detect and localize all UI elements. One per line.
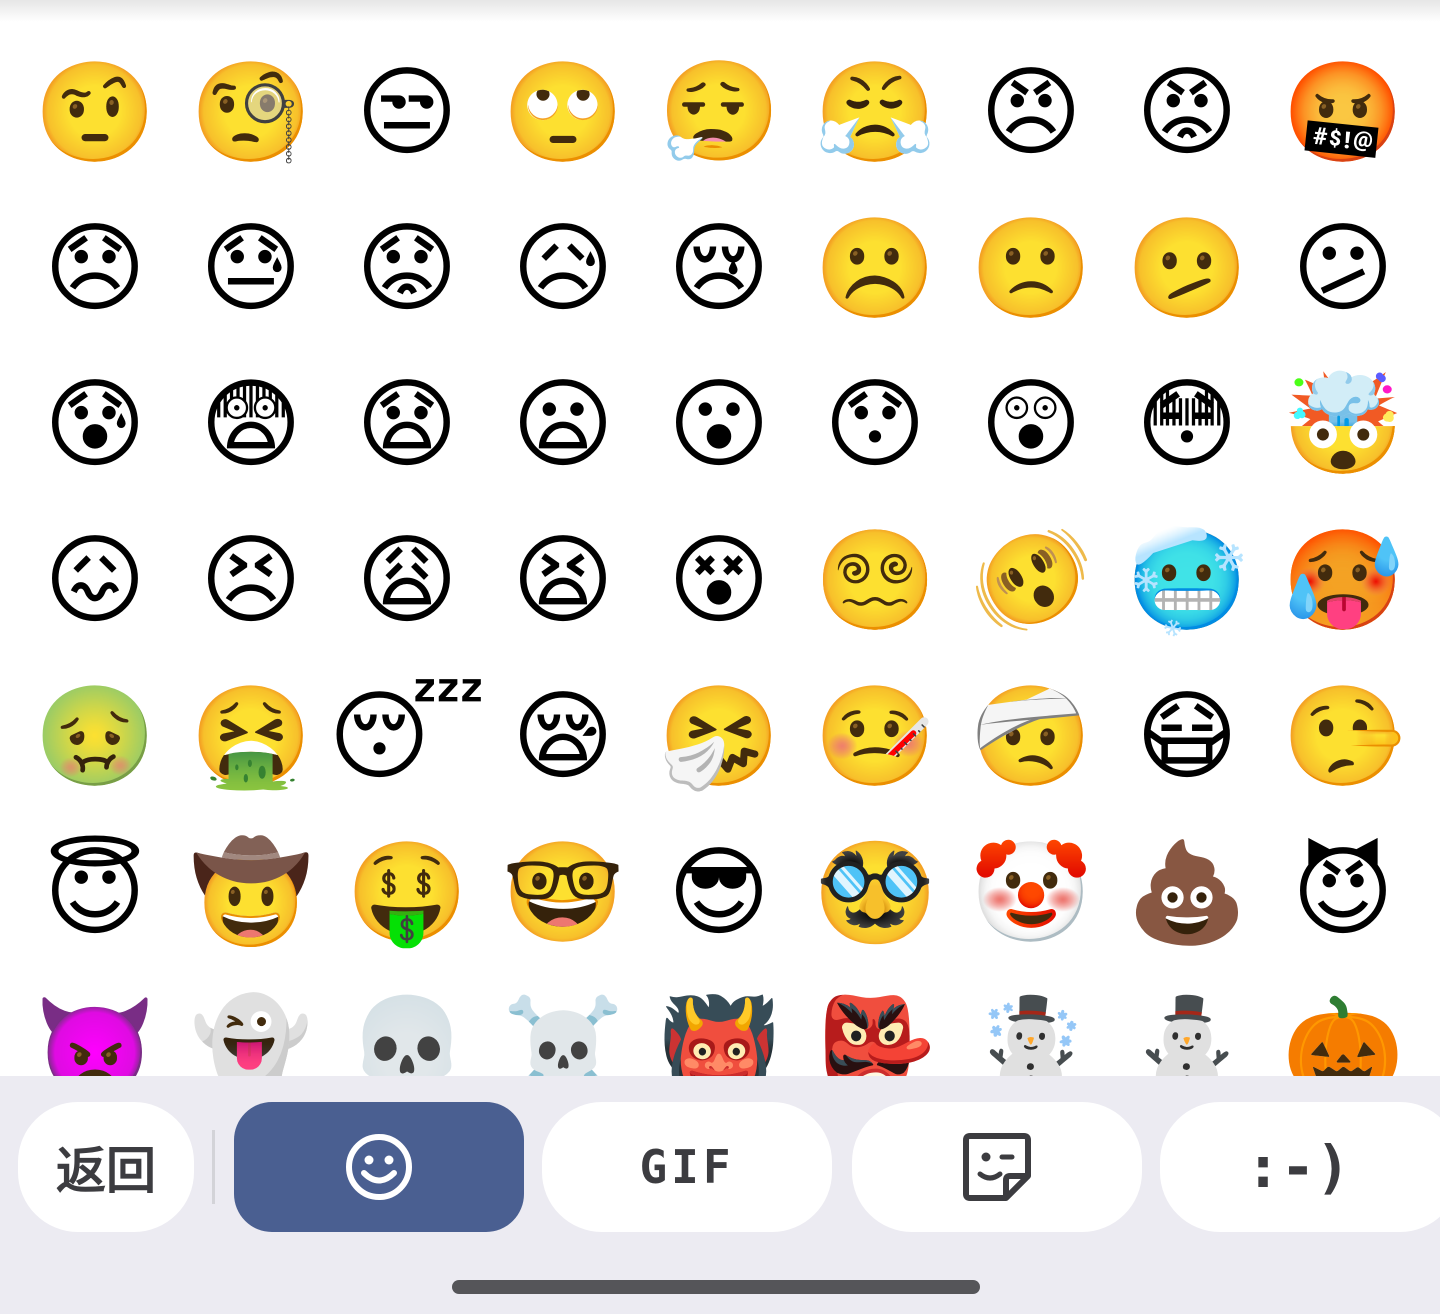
- sticker-icon: [963, 1133, 1031, 1201]
- emoji-key[interactable]: 😮‍💨: [641, 35, 797, 191]
- emoji-key[interactable]: 😣: [173, 503, 329, 659]
- emoji-key[interactable]: 🤡: [953, 815, 1109, 971]
- emoji-key[interactable]: 😞: [17, 191, 173, 347]
- emoji-key[interactable]: 😕: [1265, 191, 1421, 347]
- emoji-key[interactable]: 🧐: [173, 35, 329, 191]
- emoji-row: 🤢 🤮 😴 😪 🤧 🤒 🤕 😷 🤥: [0, 659, 1440, 815]
- emoji-key[interactable]: 😥: [485, 191, 641, 347]
- emoji-key[interactable]: 🤢: [17, 659, 173, 815]
- top-fade: [0, 0, 1440, 22]
- emoji-key[interactable]: 😤: [797, 35, 953, 191]
- emoji-key[interactable]: 🤬: [1265, 35, 1421, 191]
- emoji-key[interactable]: ☠️: [485, 971, 641, 1076]
- emoji-key[interactable]: 👻: [173, 971, 329, 1076]
- emoji-row: 😞 😓 😟 😥 😢 ☹️ 🙁 🫤 😕: [0, 191, 1440, 347]
- emoji-key[interactable]: 😢: [641, 191, 797, 347]
- emoji-key[interactable]: 😒: [329, 35, 485, 191]
- tab-emoticons[interactable]: :-): [1160, 1102, 1440, 1232]
- emoji-key[interactable]: 🥶: [1109, 503, 1265, 659]
- emoji-key[interactable]: 🤨: [17, 35, 173, 191]
- emoji-grid: 🤨 🧐 😒 🙄 😮‍💨 😤 😠 😡 🤬 😞 😓 😟 😥 😢 ☹️ 🙁 🫤 😕 😰 😨 😧 😦 😮 😯 😲 😳 🤯 😖 😣 😩 😫 😵 😵‍💫 🫨 🥶…: [0, 0, 1440, 1076]
- emoji-key[interactable]: 😩: [329, 503, 485, 659]
- emoji-key[interactable]: 👺: [797, 971, 953, 1076]
- emoji-key[interactable]: 😦: [485, 347, 641, 503]
- emoji-key[interactable]: 🤧: [641, 659, 797, 815]
- emoji-key[interactable]: 🤒: [797, 659, 953, 815]
- emoji-key[interactable]: ☃️: [953, 971, 1109, 1076]
- emoji-key[interactable]: ⛄: [1109, 971, 1265, 1076]
- emoji-key[interactable]: 😟: [329, 191, 485, 347]
- tab-gif[interactable]: GIF: [542, 1102, 832, 1232]
- emoji-key[interactable]: 🤓: [485, 815, 641, 971]
- emoji-key[interactable]: 🤠: [173, 815, 329, 971]
- emoji-key[interactable]: 😪: [485, 659, 641, 815]
- emoji-key[interactable]: 🙄: [485, 35, 641, 191]
- tab-stickers[interactable]: [852, 1102, 1142, 1232]
- home-indicator[interactable]: [452, 1280, 980, 1294]
- emoji-key[interactable]: 😫: [485, 503, 641, 659]
- emoji-key[interactable]: 😧: [329, 347, 485, 503]
- emoji-key[interactable]: 🥵: [1265, 503, 1421, 659]
- emoji-key[interactable]: 😴: [328, 659, 485, 815]
- emoji-key[interactable]: 😵: [641, 503, 797, 659]
- emoji-key[interactable]: 😠: [953, 35, 1109, 191]
- back-button[interactable]: 返回: [18, 1102, 194, 1232]
- keyboard-toolbar: 返回 GIF :-): [0, 1076, 1440, 1314]
- emoji-key[interactable]: 😡: [1109, 35, 1265, 191]
- emoji-key[interactable]: 😖: [17, 503, 173, 659]
- emoji-key[interactable]: 🤕: [953, 659, 1109, 815]
- emoji-key[interactable]: 😰: [17, 347, 173, 503]
- emoji-key[interactable]: 😷: [1109, 659, 1265, 815]
- emoji-row: 😖 😣 😩 😫 😵 😵‍💫 🫨 🥶 🥵: [0, 503, 1440, 659]
- emoji-key[interactable]: 😎: [641, 815, 797, 971]
- emoji-key[interactable]: 👿: [17, 971, 173, 1076]
- smiley-icon: [346, 1134, 412, 1200]
- emoji-key[interactable]: 💀: [329, 971, 485, 1076]
- emoji-row: 😇 🤠 🤑 🤓 😎 🥸 🤡 💩 😈: [0, 815, 1440, 971]
- emoji-key[interactable]: 🤥: [1265, 659, 1421, 815]
- emoji-key[interactable]: 😮: [641, 347, 797, 503]
- emoji-key[interactable]: ☹️: [797, 191, 953, 347]
- emoji-key[interactable]: 🫨: [953, 503, 1109, 659]
- toolbar-divider: [212, 1130, 215, 1204]
- emoji-key[interactable]: 😳: [1109, 347, 1265, 503]
- emoji-row: 😰 😨 😧 😦 😮 😯 😲 😳 🤯: [0, 347, 1440, 503]
- emoji-key[interactable]: 😇: [17, 815, 173, 971]
- emoji-key[interactable]: 😈: [1265, 815, 1421, 971]
- emoji-key[interactable]: 😵‍💫: [797, 503, 953, 659]
- emoji-key[interactable]: 🫤: [1109, 191, 1265, 347]
- emoji-key[interactable]: 💩: [1109, 815, 1265, 971]
- emoji-key[interactable]: 😯: [797, 347, 953, 503]
- emoji-key[interactable]: 😓: [173, 191, 329, 347]
- emoji-key[interactable]: 😨: [173, 347, 329, 503]
- emoji-key[interactable]: 🤮: [173, 659, 329, 815]
- emoji-key[interactable]: 🥸: [797, 815, 953, 971]
- emoji-key[interactable]: 👹: [641, 971, 797, 1076]
- emoji-row: 👿 👻 💀 ☠️ 👹 👺 ☃️ ⛄ 🎃: [0, 971, 1440, 1076]
- emoji-key[interactable]: 😲: [953, 347, 1109, 503]
- tab-emoji[interactable]: [234, 1102, 524, 1232]
- emoji-key[interactable]: 🙁: [953, 191, 1109, 347]
- emoji-key[interactable]: 🎃: [1265, 971, 1421, 1076]
- emoji-key[interactable]: 🤯: [1265, 347, 1421, 503]
- emoji-key[interactable]: 🤑: [329, 815, 485, 971]
- emoji-row: 🤨 🧐 😒 🙄 😮‍💨 😤 😠 😡 🤬: [0, 35, 1440, 191]
